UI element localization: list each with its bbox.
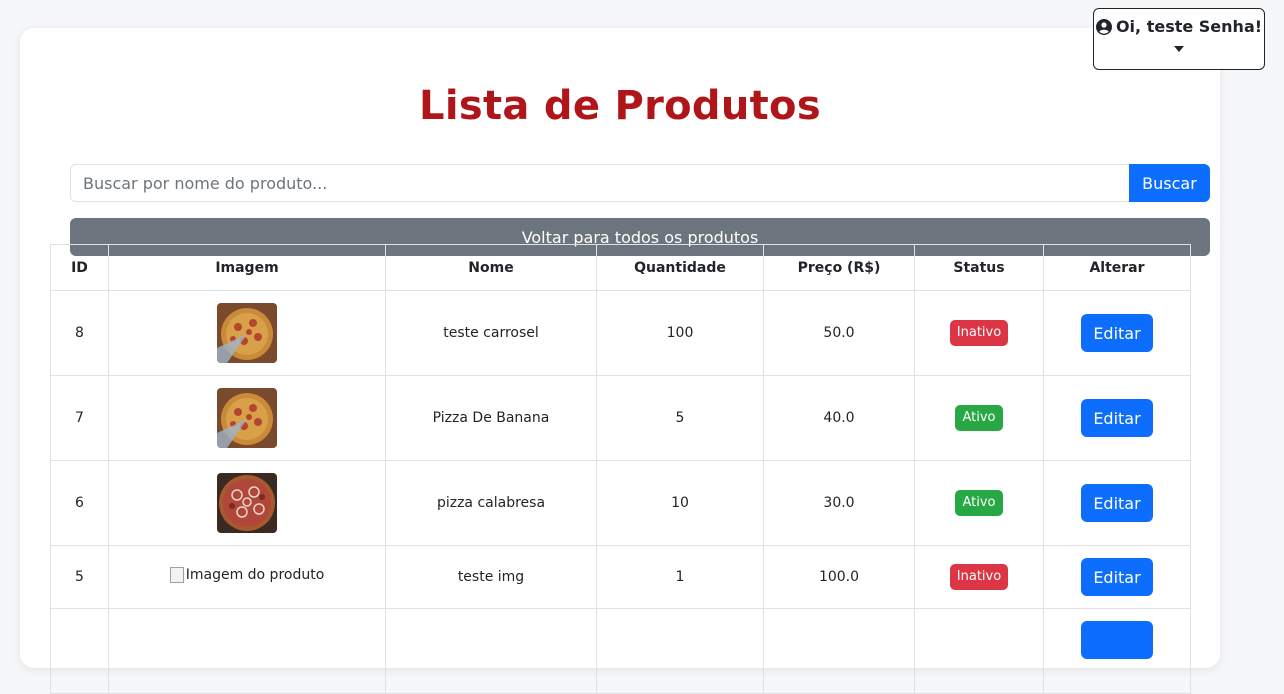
cell-action: Editar — [1043, 375, 1191, 461]
table-row: 7 Pizza De Banana 5 40.0 Ativo Editar — [50, 375, 1191, 461]
page-title: Lista de Produtos — [419, 83, 821, 129]
user-menu-dropdown[interactable]: Oi, teste Senha! — [1093, 8, 1265, 70]
table-row-partial — [50, 608, 1191, 694]
search-button[interactable]: Buscar — [1129, 164, 1210, 202]
cell-image — [108, 375, 386, 461]
header-name: Nome — [385, 244, 597, 291]
cell-id: 7 — [50, 375, 109, 461]
product-image — [217, 388, 277, 448]
status-badge: Ativo — [955, 490, 1003, 516]
cell-action: Editar — [1043, 545, 1191, 609]
cell-quantity: 1 — [596, 545, 764, 609]
cell-id: 8 — [50, 290, 109, 376]
table-header-row: ID Imagem Nome Quantidade Preço (R$) Sta… — [50, 244, 1191, 291]
user-circle-icon — [1095, 18, 1112, 35]
search-bar: Buscar — [70, 164, 1210, 202]
cell-quantity: 100 — [596, 290, 764, 376]
cell-status: Inativo — [914, 290, 1044, 376]
cell-action: Editar — [1043, 460, 1191, 546]
table-row: 6 pizza calabresa 10 30.0 Ativo Editar — [50, 460, 1191, 546]
cell-name: pizza calabresa — [385, 460, 597, 546]
cell-name: teste carrosel — [385, 290, 597, 376]
table-row: 8 teste carrosel 100 50.0 Inativo Editar — [50, 290, 1191, 376]
cell-name: Pizza De Banana — [385, 375, 597, 461]
status-badge: Ativo — [955, 405, 1003, 431]
status-badge: Inativo — [949, 320, 1009, 346]
broken-image: Imagem do produto — [169, 567, 325, 583]
header-status: Status — [914, 244, 1044, 291]
edit-button[interactable]: Editar — [1081, 484, 1153, 522]
edit-button[interactable]: Editar — [1081, 314, 1153, 352]
cell-id: 6 — [50, 460, 109, 546]
status-badge: Inativo — [949, 564, 1009, 590]
table-row: 5 Imagem do produto teste img 1 100.0 In… — [50, 545, 1191, 609]
cell-price: 30.0 — [763, 460, 915, 546]
header-image: Imagem — [108, 244, 386, 291]
cell-image — [108, 460, 386, 546]
header-quantity: Quantidade — [596, 244, 764, 291]
user-greeting: Oi, teste Senha! — [1115, 17, 1263, 36]
caret-down-icon — [1174, 46, 1184, 52]
edit-button[interactable]: Editar — [1081, 558, 1153, 596]
product-image — [217, 473, 277, 533]
cell-price: 100.0 — [763, 545, 915, 609]
header-id: ID — [50, 244, 109, 291]
cell-action: Editar — [1043, 290, 1191, 376]
product-image — [217, 303, 277, 363]
header-price: Preço (R$) — [763, 244, 915, 291]
search-input[interactable] — [70, 164, 1129, 202]
cell-image — [108, 290, 386, 376]
cell-quantity: 5 — [596, 375, 764, 461]
cell-price: 50.0 — [763, 290, 915, 376]
header-action: Alterar — [1043, 244, 1191, 291]
broken-image-icon — [169, 567, 184, 583]
cell-image: Imagem do produto — [108, 545, 386, 609]
cell-price: 40.0 — [763, 375, 915, 461]
cell-quantity: 10 — [596, 460, 764, 546]
cell-status: Ativo — [914, 375, 1044, 461]
cell-status: Inativo — [914, 545, 1044, 609]
broken-image-alt: Imagem do produto — [185, 567, 325, 583]
cell-action — [1043, 608, 1191, 694]
cell-status: Ativo — [914, 460, 1044, 546]
cell-name: teste img — [385, 545, 597, 609]
cell-id: 5 — [50, 545, 109, 609]
edit-button[interactable]: Editar — [1081, 399, 1153, 437]
